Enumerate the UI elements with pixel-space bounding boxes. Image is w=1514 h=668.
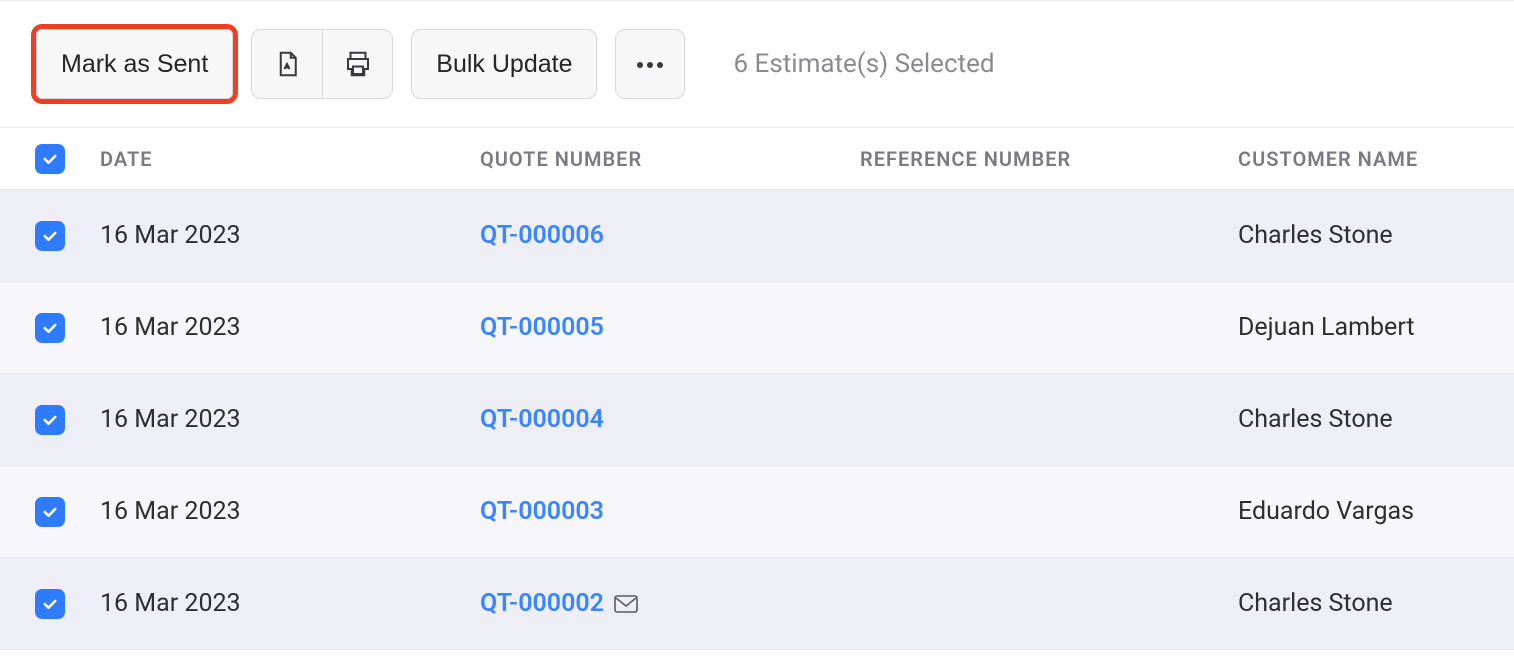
cell-date: 16 Mar 2023 — [100, 221, 480, 250]
cell-customer: Charles Stone — [1238, 405, 1514, 434]
estimates-table: DATE QUOTE NUMBER REFERENCE NUMBER CUSTO… — [0, 128, 1514, 650]
row-checkbox[interactable] — [35, 405, 65, 435]
table-header: DATE QUOTE NUMBER REFERENCE NUMBER CUSTO… — [0, 128, 1514, 190]
more-actions-button[interactable] — [615, 29, 685, 99]
mark-as-sent-button[interactable]: Mark as Sent — [36, 29, 233, 99]
pdf-button[interactable] — [252, 30, 322, 98]
select-all-checkbox[interactable] — [35, 144, 65, 174]
row-checkbox[interactable] — [35, 497, 65, 527]
row-checkbox[interactable] — [35, 221, 65, 251]
printer-icon — [343, 49, 373, 79]
row-checkbox[interactable] — [35, 589, 65, 619]
table-row[interactable]: 16 Mar 2023 QT-000006 Charles Stone — [0, 190, 1514, 282]
more-icon — [635, 57, 665, 72]
quote-number-link[interactable]: QT-000004 — [480, 405, 604, 434]
cell-date: 16 Mar 2023 — [100, 589, 480, 618]
quote-number-link[interactable]: QT-000005 — [480, 313, 604, 342]
mail-icon — [614, 594, 638, 614]
print-button[interactable] — [322, 30, 392, 98]
table-row[interactable]: 16 Mar 2023 QT-000002 Charles Stone — [0, 558, 1514, 650]
row-checkbox[interactable] — [35, 313, 65, 343]
bulk-update-button[interactable]: Bulk Update — [411, 29, 597, 99]
cell-customer: Eduardo Vargas — [1238, 497, 1514, 526]
header-customer-name[interactable]: CUSTOMER NAME — [1238, 147, 1514, 171]
table-row[interactable]: 16 Mar 2023 QT-000004 Charles Stone — [0, 374, 1514, 466]
export-icon-group — [251, 29, 393, 99]
table-row[interactable]: 16 Mar 2023 QT-000005 Dejuan Lambert — [0, 282, 1514, 374]
quote-number-text: QT-000002 — [480, 589, 604, 618]
header-reference-number[interactable]: REFERENCE NUMBER — [860, 147, 1238, 171]
quote-number-link[interactable]: QT-000002 — [480, 589, 638, 618]
cell-date: 16 Mar 2023 — [100, 313, 480, 342]
cell-customer: Dejuan Lambert — [1238, 313, 1514, 342]
cell-customer: Charles Stone — [1238, 221, 1514, 250]
cell-date: 16 Mar 2023 — [100, 405, 480, 434]
selection-count-label: 6 Estimate(s) Selected — [733, 49, 994, 79]
pdf-icon — [272, 49, 302, 79]
table-row[interactable]: 16 Mar 2023 QT-000003 Eduardo Vargas — [0, 466, 1514, 558]
quote-number-link[interactable]: QT-000003 — [480, 497, 604, 526]
page-wrapper: Mark as Sent — [0, 0, 1514, 650]
header-date[interactable]: DATE — [100, 147, 480, 171]
toolbar: Mark as Sent — [0, 1, 1514, 128]
quote-number-link[interactable]: QT-000006 — [480, 221, 604, 250]
cell-customer: Charles Stone — [1238, 589, 1514, 618]
header-quote-number[interactable]: QUOTE NUMBER — [480, 147, 860, 171]
cell-date: 16 Mar 2023 — [100, 497, 480, 526]
